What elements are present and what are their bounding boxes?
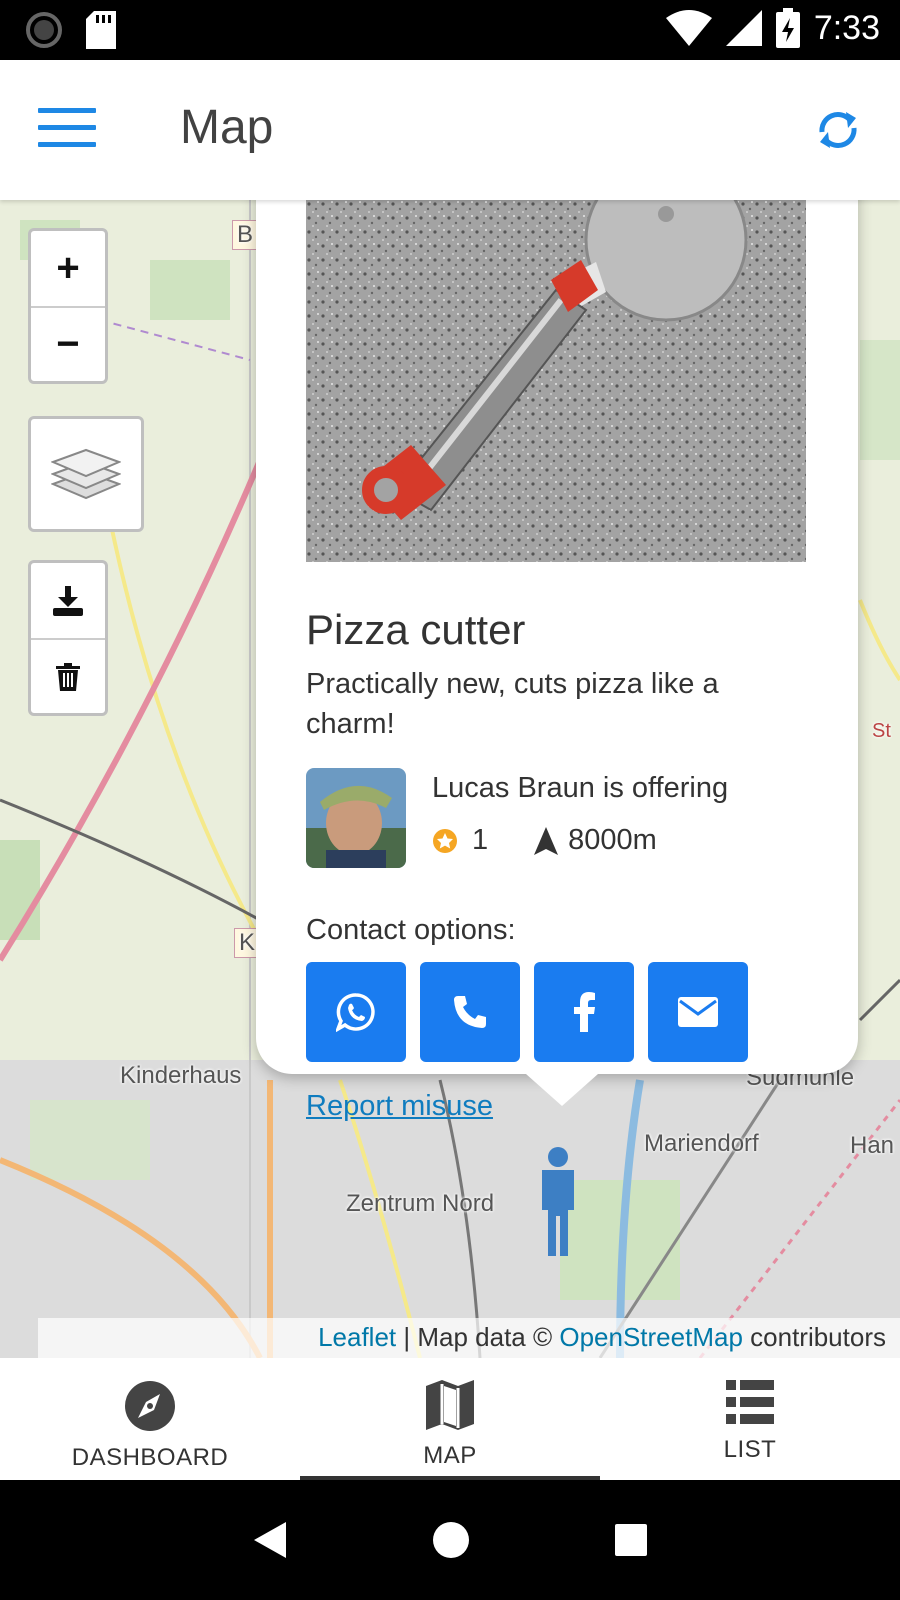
osm-link[interactable]: OpenStreetMap (559, 1322, 743, 1352)
item-description: Practically new, cuts pizza like a charm… (306, 668, 719, 740)
tab-list[interactable]: LIST (600, 1358, 900, 1480)
clock: 7:33 (813, 8, 880, 47)
leaflet-link[interactable]: Leaflet (318, 1322, 396, 1352)
wifi-icon (665, 10, 712, 46)
download-icon (53, 585, 83, 616)
rating-value: 1 (472, 824, 489, 856)
app-bar: Map (0, 60, 900, 200)
star-icon (433, 828, 457, 853)
tab-map[interactable]: MAP (300, 1358, 600, 1480)
zoom-control: + − (28, 228, 108, 384)
page-title: Map (180, 101, 274, 154)
zoom-in-button[interactable]: + (31, 231, 105, 306)
hamburger-menu-icon[interactable] (38, 108, 96, 148)
loading-icon (26, 12, 62, 48)
phone-button[interactable] (420, 962, 520, 1062)
facebook-icon (574, 992, 595, 1032)
sd-card-icon (86, 11, 116, 49)
map-label-b: B (232, 220, 259, 250)
cell-signal-icon (725, 10, 762, 46)
map-label-mariendorf: Mariendorf (644, 1130, 759, 1157)
whatsapp-icon (336, 993, 375, 1032)
user-location-icon[interactable] (536, 1146, 580, 1256)
facebook-button[interactable] (534, 962, 634, 1062)
tab-label: DASHBOARD (71, 1444, 229, 1471)
navigation-arrow-icon (534, 826, 559, 855)
map-label-st: St (872, 720, 891, 742)
distance-value: 8000m (568, 824, 657, 856)
offline-control (28, 560, 108, 716)
contact-options-label: Contact options: (306, 914, 516, 946)
map-attribution: Leaflet | Map data © OpenStreetMap contr… (38, 1318, 900, 1358)
email-button[interactable] (648, 962, 748, 1062)
offer-stats: 1 8000m (432, 824, 657, 857)
status-bar: 7:33 (0, 0, 900, 60)
layers-button[interactable] (28, 416, 144, 532)
layers-icon (51, 448, 121, 500)
item-popup: Pizza cutter Practically new, cuts pizza… (256, 200, 858, 1122)
map-label-kinderhaus: Kinderhaus (120, 1062, 242, 1089)
trash-icon (56, 662, 80, 691)
distance: 8000m (534, 824, 657, 857)
whatsapp-button[interactable] (306, 962, 406, 1062)
item-photo (306, 200, 806, 562)
offer-text: Lucas Braun is offering (432, 772, 729, 804)
refresh-icon[interactable] (810, 102, 866, 158)
popup-tip (526, 1074, 598, 1106)
battery-charging-icon (775, 8, 800, 48)
item-title: Pizza cutter (306, 606, 526, 653)
map-icon (426, 1380, 474, 1430)
tab-label: LIST (723, 1436, 777, 1463)
map-label-han: Han (850, 1132, 895, 1159)
zoom-out-button[interactable]: − (31, 306, 105, 381)
tab-dashboard[interactable]: DASHBOARD (0, 1358, 300, 1480)
phone-icon (454, 996, 486, 1028)
delete-button[interactable] (31, 638, 105, 713)
tab-label: MAP (423, 1442, 477, 1469)
bottom-navigation: DASHBOARD MAP LIST (0, 1358, 900, 1480)
system-navigation-bar (0, 1480, 900, 1600)
email-icon (678, 997, 718, 1027)
home-icon[interactable] (431, 1520, 471, 1560)
contact-buttons (306, 962, 748, 1062)
compass-icon (125, 1381, 175, 1431)
back-icon[interactable] (252, 1520, 288, 1560)
download-button[interactable] (31, 563, 105, 638)
recents-icon[interactable] (614, 1523, 648, 1557)
map-label-zentrum-nord: Zentrum Nord (346, 1190, 495, 1217)
rating: 1 (432, 824, 488, 857)
avatar[interactable] (306, 768, 406, 868)
map-view[interactable]: B K St Kinderhaus Sudmühle Mariendorf Ha… (0, 200, 900, 1358)
list-icon (726, 1380, 774, 1424)
report-misuse-link[interactable]: Report misuse (306, 1090, 493, 1123)
